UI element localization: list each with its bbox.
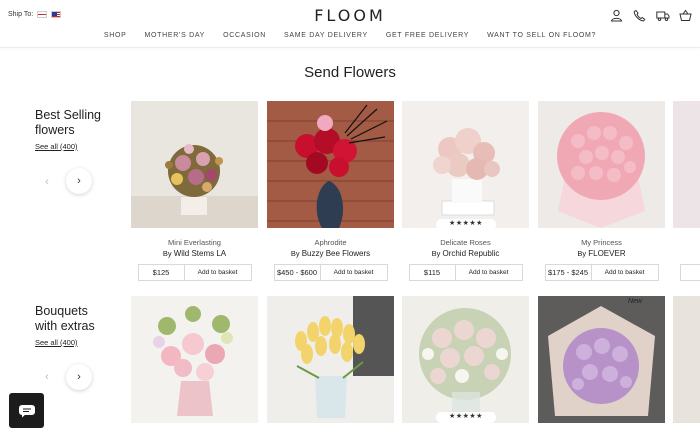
section-title-best-selling: Best Selling flowers (35, 108, 102, 137)
chat-button[interactable] (9, 393, 44, 428)
product-card[interactable]: Mini Everlasting By Wild Stems LA $125 A… (131, 101, 258, 281)
product-price: $450 - $600 (275, 265, 321, 280)
rating-stars: ★★★★★ (436, 219, 496, 228)
nav-same-day-delivery[interactable]: SAME DAY DELIVERY (284, 32, 368, 39)
buy-box: $125 Add to basket (137, 264, 252, 281)
product-image[interactable] (267, 296, 394, 423)
product-seller[interactable]: By Orchid Republic (402, 249, 529, 258)
product-price: $115 (410, 265, 456, 280)
section-title-bouquets-with-extras: Bouquets with extras (35, 304, 95, 333)
buy-box-partial (680, 264, 700, 281)
carousel-next-button[interactable]: › (66, 364, 92, 390)
product-card[interactable]: Aphrodite By Buzzy Bee Flowers $450 - $6… (267, 101, 394, 281)
product-card[interactable]: ★★★★★ (402, 296, 529, 423)
carousel-prev-button[interactable]: ‹ (34, 364, 60, 390)
chat-icon (18, 404, 35, 417)
nav-shop[interactable]: SHOP (104, 32, 127, 39)
product-image-partial[interactable] (673, 101, 700, 228)
nav-free-delivery[interactable]: GET FREE DELIVERY (386, 32, 469, 39)
product-price: $175 - $245 (546, 265, 592, 280)
page-title: Send Flowers (304, 64, 396, 81)
header-divider (0, 47, 700, 48)
product-image[interactable] (131, 101, 258, 228)
main-nav: SHOP MOTHER'S DAY OCCASION SAME DAY DELI… (0, 32, 700, 39)
add-to-basket-button[interactable]: Add to basket (321, 265, 387, 280)
product-image[interactable]: ★★★★★ (402, 101, 529, 228)
product-card[interactable] (131, 296, 258, 423)
product-image[interactable]: New (538, 296, 665, 423)
phone-icon[interactable] (633, 9, 646, 22)
see-all-link[interactable]: See all (400) (35, 338, 78, 347)
nav-sell-on-floom[interactable]: WANT TO SELL ON FLOOM? (487, 32, 596, 39)
carousel-prev-button[interactable]: ‹ (34, 169, 60, 195)
see-all-link[interactable]: See all (400) (35, 142, 78, 151)
product-card[interactable] (267, 296, 394, 423)
top-bar: Ship To: FLOOM (0, 0, 700, 30)
product-seller[interactable]: By Wild Stems LA (131, 249, 258, 258)
rating-stars: ★★★★★ (436, 412, 496, 423)
product-seller[interactable]: By Buzzy Bee Flowers (267, 249, 394, 258)
user-icon[interactable] (610, 9, 623, 22)
product-card[interactable]: My Princess By FLOEVER $175 - $245 Add t… (538, 101, 665, 281)
product-name[interactable]: My Princess (538, 238, 665, 247)
product-seller[interactable]: By FLOEVER (538, 249, 665, 258)
product-image[interactable] (538, 101, 665, 228)
nav-mothers-day[interactable]: MOTHER'S DAY (145, 32, 206, 39)
product-image[interactable] (131, 296, 258, 423)
add-to-basket-button[interactable]: Add to basket (456, 265, 522, 280)
buy-box: $115 Add to basket (408, 264, 523, 281)
carousel-next-button[interactable]: › (66, 168, 92, 194)
product-name[interactable]: Delicate Roses (402, 238, 529, 247)
product-name[interactable]: Mini Everlasting (131, 238, 258, 247)
buy-box: $450 - $600 Add to basket (273, 264, 388, 281)
product-card[interactable]: ★★★★★ Delicate Roses By Orchid Republic … (402, 101, 529, 281)
product-image[interactable] (267, 101, 394, 228)
nav-occasion[interactable]: OCCASION (223, 32, 266, 39)
add-to-basket-button[interactable]: Add to basket (592, 265, 658, 280)
buy-box: $175 - $245 Add to basket (544, 264, 659, 281)
truck-icon[interactable] (656, 9, 670, 22)
add-to-basket-button[interactable]: Add to basket (185, 265, 251, 280)
new-badge: New (627, 298, 642, 305)
product-image-partial[interactable] (673, 296, 700, 423)
logo[interactable]: FLOOM (0, 6, 700, 25)
basket-icon[interactable] (679, 9, 692, 22)
product-image[interactable]: ★★★★★ (402, 296, 529, 423)
product-card[interactable]: New (538, 296, 665, 423)
product-price: $125 (139, 265, 185, 280)
product-name[interactable]: Aphrodite (267, 238, 394, 247)
